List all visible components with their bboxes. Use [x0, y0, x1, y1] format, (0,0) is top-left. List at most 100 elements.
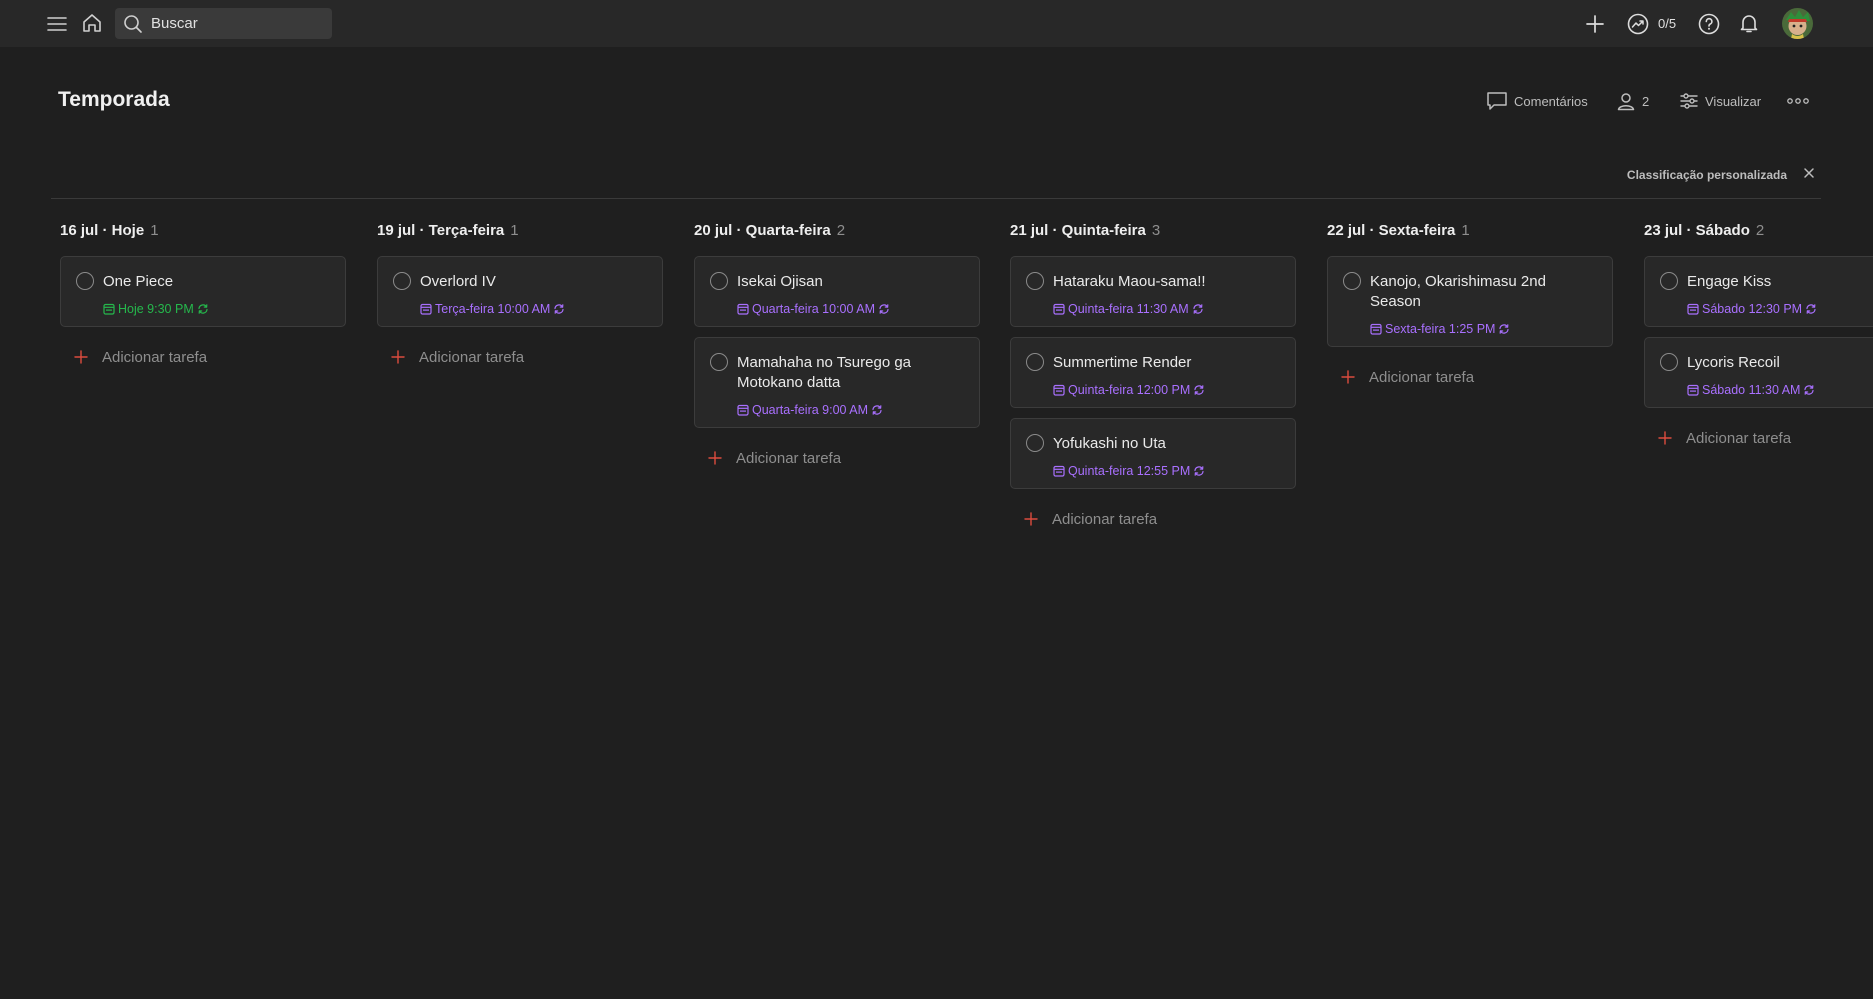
column-header: 19 jul · Terça-feira 1 [377, 222, 663, 244]
task-checkbox[interactable] [1660, 353, 1678, 371]
recurring-icon [1193, 465, 1205, 477]
due-text: Quinta-feira 11:30 AM [1068, 302, 1189, 316]
calendar-icon [103, 303, 115, 315]
productivity-icon[interactable] [1626, 12, 1650, 36]
recurring-icon [1805, 303, 1817, 315]
task-name: Kanojo, Okarishimasu 2nd Season [1370, 273, 1546, 310]
due-text: Sexta-feira 1:25 PM [1385, 322, 1496, 336]
task-due-date[interactable]: Quinta-feira 11:30 AM [1053, 302, 1281, 316]
column-title: 22 jul · Sexta-feira [1327, 222, 1456, 239]
shared-count: 2 [1642, 93, 1650, 109]
recurring-icon [1192, 303, 1204, 315]
task-card[interactable]: Lycoris Recoil Sábado 11:30 AM [1644, 337, 1873, 408]
home-icon[interactable] [80, 11, 104, 35]
avatar[interactable] [1782, 8, 1813, 39]
task-due-date[interactable]: Quinta-feira 12:55 PM [1053, 464, 1281, 478]
task-card[interactable]: Yofukashi no Uta Quinta-feira 12:55 PM [1010, 418, 1296, 489]
menu-icon[interactable] [45, 12, 69, 36]
view-button[interactable]: Visualizar [1679, 91, 1761, 111]
plus-icon [1341, 370, 1355, 384]
task-name: One Piece [103, 273, 174, 290]
task-card[interactable]: Overlord IV Terça-feira 10:00 AM [377, 256, 663, 327]
board-column: 20 jul · Quarta-feira 2 Isekai Ojisan Quart… [694, 222, 980, 468]
calendar-icon [1053, 303, 1065, 315]
task-due-date[interactable]: Terça-feira 10:00 AM [420, 302, 648, 316]
task-card[interactable]: Hataraku Maou-sama!! Quinta-feira 11:30 A… [1010, 256, 1296, 327]
add-task-button[interactable]: Adicionar tarefa [708, 448, 980, 468]
due-text: Quarta-feira 10:00 AM [752, 302, 875, 316]
task-name: Overlord IV [420, 273, 496, 290]
task-due-date[interactable]: Sexta-feira 1:25 PM [1370, 322, 1598, 336]
task-name: Lycoris Recoil [1687, 354, 1780, 371]
task-checkbox[interactable] [1026, 434, 1044, 452]
task-card[interactable]: Kanojo, Okarishimasu 2nd Season Sexta-fei… [1327, 256, 1613, 347]
column-header: 20 jul · Quarta-feira 2 [694, 222, 980, 244]
search-input[interactable] [151, 15, 301, 32]
bell-icon[interactable] [1737, 11, 1761, 35]
task-checkbox[interactable] [1026, 353, 1044, 371]
add-task-button[interactable]: Adicionar tarefa [391, 347, 663, 367]
column-title: 19 jul · Terça-feira [377, 222, 505, 239]
sliders-icon [1679, 91, 1699, 111]
recurring-icon [878, 303, 890, 315]
add-task-button[interactable]: Adicionar tarefa [1024, 509, 1296, 529]
task-checkbox[interactable] [1026, 272, 1044, 290]
sort-label[interactable]: Classificação personalizada [1627, 168, 1787, 182]
add-task-button[interactable]: Adicionar tarefa [1341, 367, 1613, 387]
task-name: Summertime Render [1053, 354, 1192, 371]
task-due-date[interactable]: Quarta-feira 9:00 AM [737, 403, 965, 417]
comments-button[interactable]: Comentários [1486, 91, 1588, 111]
more-icon[interactable] [1786, 91, 1810, 111]
add-task-label: Adicionar tarefa [419, 348, 525, 366]
search-icon [123, 14, 143, 34]
add-task-button[interactable]: Adicionar tarefa [74, 347, 346, 367]
calendar-icon [420, 303, 432, 315]
task-due-date[interactable]: Sábado 11:30 AM [1687, 383, 1873, 397]
task-name: Yofukashi no Uta [1053, 435, 1166, 452]
task-due-date[interactable]: Hoje 9:30 PM [103, 302, 331, 316]
task-due-date[interactable]: Quarta-feira 10:00 AM [737, 302, 965, 316]
column-count: 1 [150, 222, 159, 239]
board-column: 21 jul · Quinta-feira 3 Hataraku Maou-sama… [1010, 222, 1296, 529]
calendar-icon [737, 303, 749, 315]
plus-icon[interactable] [1583, 12, 1607, 36]
page-title: Temporada [58, 88, 170, 111]
help-icon[interactable] [1697, 12, 1721, 36]
view-label: Visualizar [1705, 93, 1762, 109]
due-text: Hoje 9:30 PM [118, 302, 194, 316]
calendar-icon [1053, 465, 1065, 477]
plus-icon [391, 350, 405, 364]
recurring-icon [1498, 323, 1510, 335]
plus-icon [1658, 431, 1672, 445]
task-card[interactable]: Summertime Render Quinta-feira 12:00 PM [1010, 337, 1296, 408]
column-header: 16 jul · Hoje 1 [60, 222, 346, 244]
task-due-date[interactable]: Sábado 12:30 PM [1687, 302, 1873, 316]
add-task-button[interactable]: Adicionar tarefa [1658, 428, 1873, 448]
task-due-date[interactable]: Quinta-feira 12:00 PM [1053, 383, 1281, 397]
calendar-icon [737, 404, 749, 416]
plus-icon [74, 350, 88, 364]
task-name: Engage Kiss [1687, 273, 1772, 290]
share-button[interactable]: 2 [1616, 91, 1649, 111]
task-name: Isekai Ojisan [737, 273, 823, 290]
task-card[interactable]: One Piece Hoje 9:30 PM [60, 256, 346, 327]
column-header: 22 jul · Sexta-feira 1 [1327, 222, 1613, 244]
column-count: 1 [510, 222, 519, 239]
task-checkbox[interactable] [1660, 272, 1678, 290]
task-checkbox[interactable] [393, 272, 411, 290]
board-column: 23 jul · Sábado 2 Engage Kiss Sábado 12:30 … [1644, 222, 1873, 448]
task-checkbox[interactable] [1343, 272, 1361, 290]
task-checkbox[interactable] [710, 353, 728, 371]
karma-count[interactable]: 0/5 [1658, 16, 1676, 31]
task-checkbox[interactable] [710, 272, 728, 290]
search-box[interactable] [115, 8, 332, 39]
due-text: Quinta-feira 12:00 PM [1068, 383, 1191, 397]
task-checkbox[interactable] [76, 272, 94, 290]
task-card[interactable]: Mamahaha no Tsurego ga Motokano datta Qua… [694, 337, 980, 428]
column-count: 2 [1755, 222, 1765, 239]
column-title: 21 jul · Quinta-feira [1010, 222, 1146, 239]
task-card[interactable]: Engage Kiss Sábado 12:30 PM [1644, 256, 1873, 327]
task-card[interactable]: Isekai Ojisan Quarta-feira 10:00 AM [694, 256, 980, 327]
close-icon[interactable] [1802, 166, 1818, 182]
task-name: Mamahaha no Tsurego ga Motokano datta [737, 354, 912, 391]
